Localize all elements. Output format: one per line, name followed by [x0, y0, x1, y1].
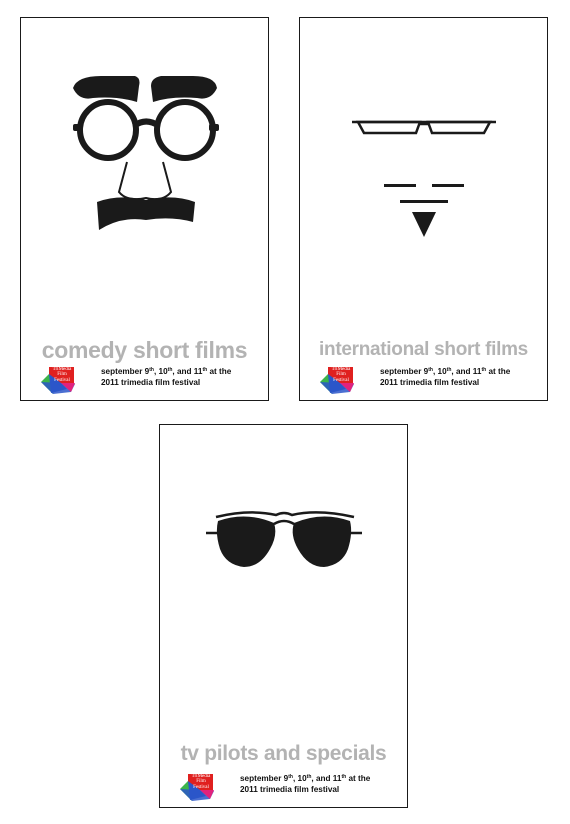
- festival-dates: september 9th, 10th, and 11th at the 201…: [380, 367, 511, 387]
- aviator-sunglasses-icon: [206, 511, 362, 567]
- poster-title: tv pilots and specials: [180, 742, 387, 765]
- trimedia-logo: TriMedia Film Festival: [41, 366, 75, 394]
- festival-dates: september 9th, 10th, and 11th at the 201…: [101, 367, 232, 387]
- logo-text: TriMedia Film Festival: [331, 367, 351, 383]
- festival-footer: TriMedia Film Festival september 9th, 10th…: [180, 773, 397, 801]
- trimedia-logo: TriMedia Film Festival: [320, 366, 354, 394]
- minimal-face-icon: [352, 120, 496, 237]
- festival-footer: TriMedia Film Festival september 9th, 10th…: [41, 366, 258, 394]
- logo-text: TriMedia Film Festival: [191, 774, 211, 790]
- poster-tv: tv pilots and specials TriMedia Film Festi…: [159, 424, 408, 808]
- groucho-glasses-icon: [73, 76, 219, 230]
- festival-footer: TriMedia Film Festival september 9th, 10th…: [320, 366, 537, 394]
- poster-comedy: comedy short films TriMedia Film Festival …: [20, 17, 269, 401]
- poster-international: international short films TriMedia Film Fe…: [299, 17, 548, 401]
- poster-title: comedy short films: [41, 337, 248, 363]
- festival-dates: september 9th, 10th, and 11th at the 201…: [240, 774, 371, 794]
- logo-text: TriMedia Film Festival: [52, 367, 72, 383]
- trimedia-logo: TriMedia Film Festival: [180, 773, 214, 801]
- poster-title: international short films: [319, 339, 528, 360]
